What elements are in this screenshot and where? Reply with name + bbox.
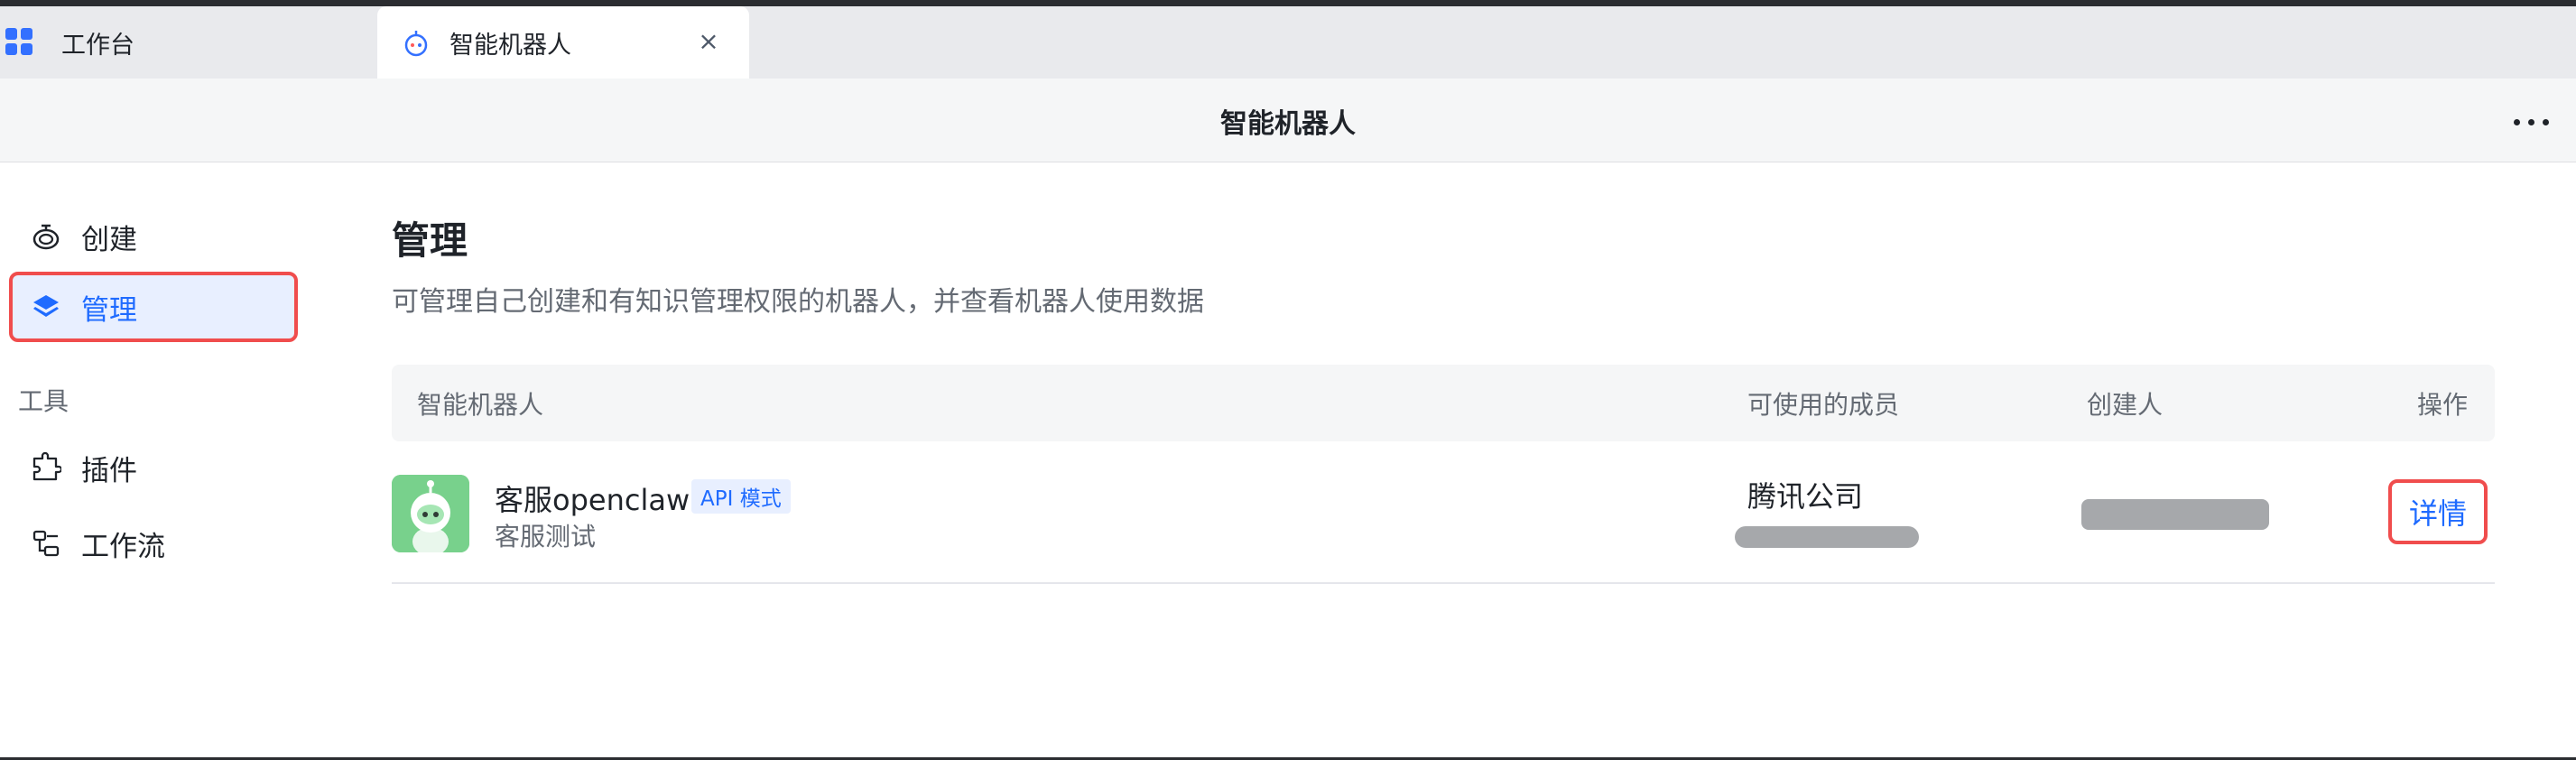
sidebar-item-workflow[interactable]: 工作流 [9, 508, 298, 579]
robot-description: 客服测试 [495, 522, 597, 551]
page-description: 可管理自己创建和有知识管理权限的机器人，并查看机器人使用数据 [392, 286, 1204, 318]
tab-workbench-label: 工作台 [61, 31, 134, 60]
sidebar: 创建 管理 工具 插件 工作流 [0, 163, 361, 760]
sidebar-item-label: 管理 [81, 293, 137, 327]
tab-smart-robot-label: 智能机器人 [449, 31, 571, 60]
sidebar-item-plugin[interactable]: 插件 [9, 432, 298, 503]
sidebar-item-label: 工作流 [81, 530, 165, 563]
sidebar-item-create[interactable]: 创建 [9, 201, 298, 272]
redacted-member-detail [1735, 526, 1919, 548]
table-header: 智能机器人 可使用的成员 创建人 操作 [392, 365, 2495, 441]
main-content: 管理 可管理自己创建和有知识管理权限的机器人，并查看机器人使用数据 智能机器人 … [392, 163, 2495, 760]
robot-icon [32, 224, 60, 250]
column-header-members: 可使用的成员 [1747, 389, 1900, 420]
robot-avatar [392, 475, 469, 552]
close-icon[interactable]: × [695, 28, 722, 55]
workflow-icon [32, 530, 60, 557]
detail-button[interactable]: 详情 [2388, 479, 2488, 544]
robot-icon [392, 475, 469, 552]
layers-icon [33, 295, 59, 317]
member-name: 腾讯公司 [1747, 479, 1864, 514]
column-header-creator: 创建人 [2087, 389, 2164, 420]
sidebar-item-label: 插件 [81, 454, 137, 487]
robot-icon [404, 31, 428, 57]
table-row[interactable]: 客服openclaw API 模式 客服测试 腾讯公司 详情 [392, 441, 2495, 584]
grid-icon [5, 28, 32, 55]
sidebar-section-tools: 工具 [18, 386, 69, 416]
tab-strip: 工作台 智能机器人 × [0, 6, 2576, 79]
plugin-icon [32, 452, 61, 481]
more-dots-icon[interactable] [2504, 104, 2558, 140]
mode-badge: API 模式 [691, 479, 791, 514]
robot-name: 客服openclaw [495, 483, 690, 517]
page-title: 管理 [392, 218, 468, 263]
redacted-creator [2081, 499, 2269, 530]
tab-smart-robot[interactable]: 智能机器人 × [377, 6, 749, 79]
column-header-robot: 智能机器人 [417, 389, 544, 420]
sidebar-item-label: 创建 [81, 223, 137, 256]
sidebar-item-manage[interactable]: 管理 [9, 272, 298, 342]
window-titlebar: 智能机器人 [0, 79, 2576, 162]
tab-workbench[interactable]: 工作台 [0, 6, 374, 79]
window-top-border [0, 0, 2576, 6]
column-header-action: 操作 [2416, 389, 2468, 420]
window-title: 智能机器人 [1220, 107, 1356, 140]
